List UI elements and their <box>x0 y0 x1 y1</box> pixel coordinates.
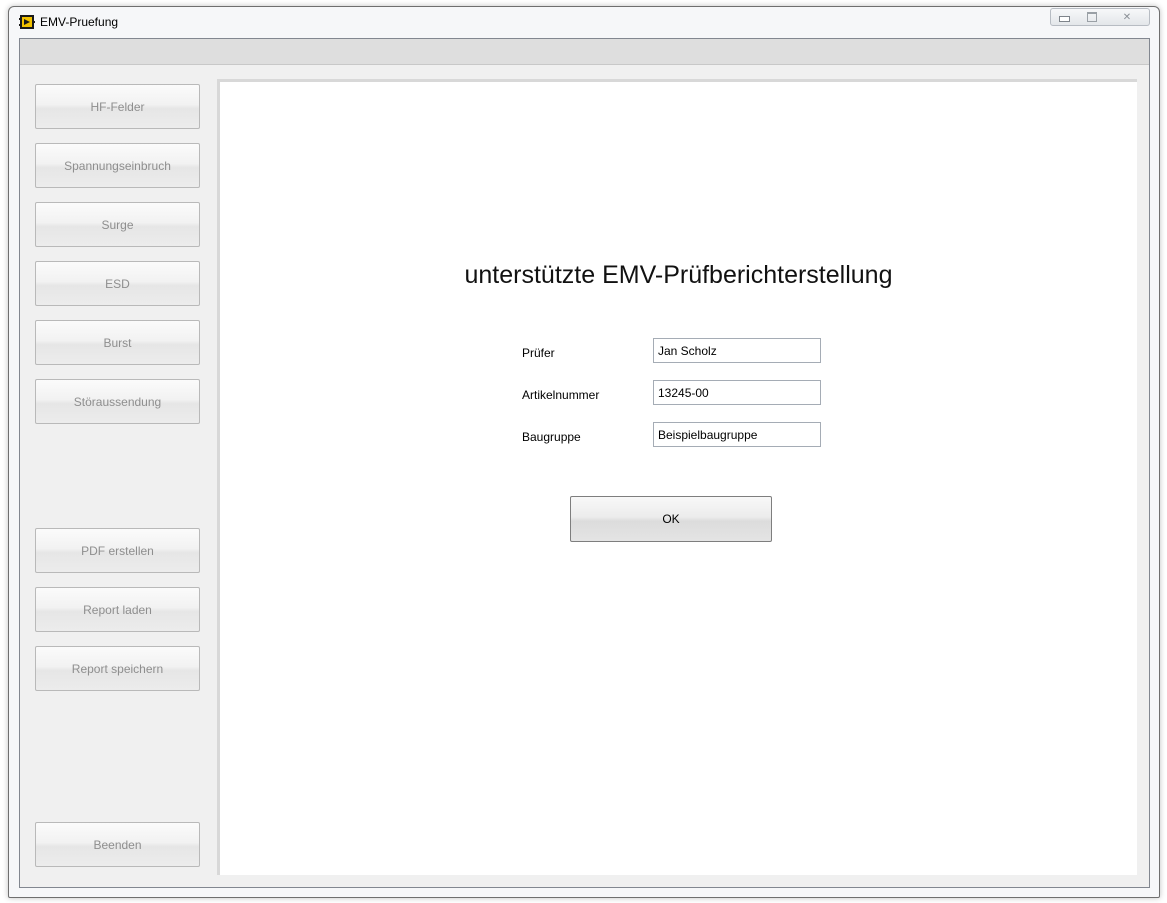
spannungseinbruch-button[interactable]: Spannungseinbruch <box>35 143 200 188</box>
pruefer-label: Prüfer <box>522 346 555 360</box>
hf-felder-button[interactable]: HF-Felder <box>35 84 200 129</box>
artikelnummer-label: Artikelnummer <box>522 388 600 402</box>
main-panel: unterstützte EMV-Prüfberichterstellung P… <box>217 79 1137 875</box>
minimize-button[interactable] <box>1050 8 1079 26</box>
esd-button[interactable]: ESD <box>35 261 200 306</box>
artikelnummer-field[interactable] <box>653 380 821 405</box>
button-label: Report speichern <box>71 661 164 676</box>
title-bar[interactable]: EMV-Pruefung ✕ <box>9 7 1159 38</box>
app-window: EMV-Pruefung ✕ HF-Felder Spannungseinbru… <box>8 6 1160 898</box>
burst-button[interactable]: Burst <box>35 320 200 365</box>
ok-button[interactable]: OK <box>570 496 772 542</box>
beenden-button[interactable]: Beenden <box>35 822 200 867</box>
maximize-icon <box>1086 12 1097 22</box>
button-label: PDF erstellen <box>81 543 154 558</box>
baugruppe-field[interactable] <box>653 422 821 447</box>
ok-button-label: OK <box>662 512 680 526</box>
surge-button[interactable]: Surge <box>35 202 200 247</box>
page-title: unterstützte EMV-Prüfberichterstellung <box>464 261 893 289</box>
button-label: HF-Felder <box>90 99 145 114</box>
client-area: HF-Felder Spannungseinbruch Surge ESD Bu… <box>19 38 1150 888</box>
stoeraussendung-button[interactable]: Störaussendung <box>35 379 200 424</box>
button-label: Störaussendung <box>73 394 162 409</box>
toolbar <box>20 39 1149 65</box>
maximize-button[interactable] <box>1078 8 1106 26</box>
close-icon: ✕ <box>1122 11 1132 23</box>
button-label: Surge <box>101 217 134 232</box>
window-title: EMV-Pruefung <box>40 15 119 29</box>
close-button[interactable]: ✕ <box>1105 8 1150 26</box>
minimize-icon <box>1059 16 1070 22</box>
pdf-erstellen-button[interactable]: PDF erstellen <box>35 528 200 573</box>
pruefer-field[interactable] <box>653 338 821 363</box>
report-speichern-button[interactable]: Report speichern <box>35 646 200 691</box>
button-label: Burst <box>103 335 132 350</box>
baugruppe-label: Baugruppe <box>522 430 581 444</box>
button-label: Beenden <box>93 837 142 852</box>
report-laden-button[interactable]: Report laden <box>35 587 200 632</box>
labview-app-icon <box>19 15 35 29</box>
button-label: ESD <box>105 276 130 291</box>
button-label: Spannungseinbruch <box>64 158 171 173</box>
button-label: Report laden <box>83 602 152 617</box>
